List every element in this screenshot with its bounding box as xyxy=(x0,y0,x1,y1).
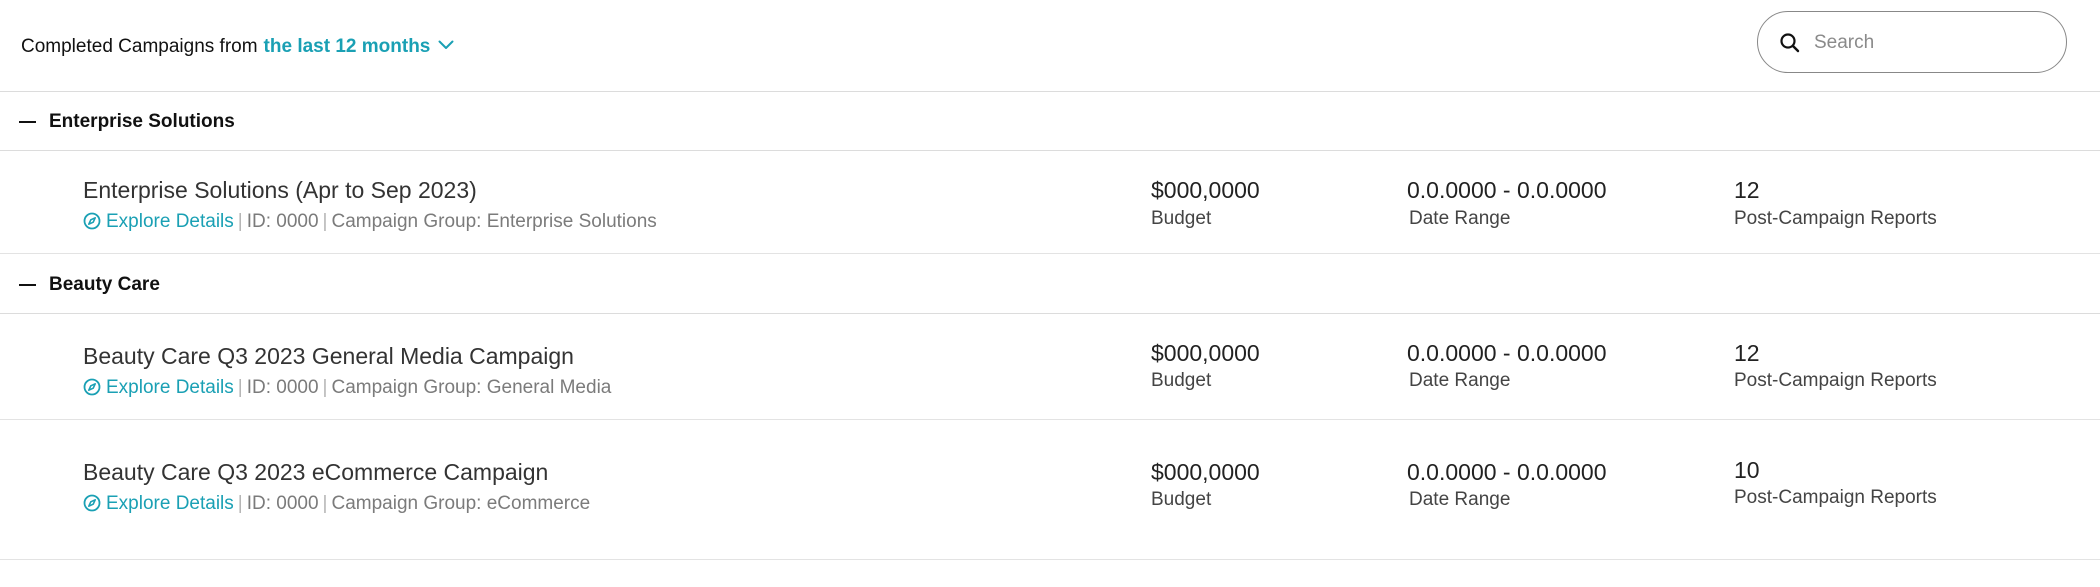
time-range-label: the last 12 months xyxy=(263,36,431,57)
date-range-label: Date Range xyxy=(1409,208,1511,229)
budget-value: $000,0000 xyxy=(1151,459,1260,485)
campaign-title: Beauty Care Q3 2023 eCommerce Campaign xyxy=(83,459,549,485)
search-input[interactable] xyxy=(1812,26,2046,60)
reports-label: Post-Campaign Reports xyxy=(1734,208,1937,229)
campaign-meta: Explore Details | ID: 0000 | Campaign Group:… xyxy=(83,377,611,402)
explore-details-link[interactable]: Explore Details xyxy=(83,211,234,232)
date-range-value: 0.0.0000 - 0.0.0000 xyxy=(1407,177,1607,203)
filter-label: Completed Campaigns from xyxy=(21,36,258,57)
campaign-id: ID: 0000 xyxy=(246,493,319,514)
budget-value: $000,0000 xyxy=(1151,177,1260,203)
search-box[interactable] xyxy=(1757,11,2067,73)
group-name: Beauty Care xyxy=(49,274,160,295)
date-range-value: 0.0.0000 - 0.0.0000 xyxy=(1407,459,1607,485)
campaign-meta: Explore Details | ID: 0000 | Campaign Group:… xyxy=(83,493,590,518)
campaign-group: Campaign Group: eCommerce xyxy=(331,493,591,514)
campaign-title: Beauty Care Q3 2023 General Media Campai… xyxy=(83,343,574,369)
budget-label: Budget xyxy=(1151,489,1212,510)
date-range-label: Date Range xyxy=(1409,370,1511,391)
compass-icon xyxy=(83,494,101,518)
campaign-row: Beauty Care Q3 2023 eCommerce Campaign E… xyxy=(0,420,2100,560)
explore-details-link[interactable]: Explore Details xyxy=(83,377,234,398)
group-header-beauty-care[interactable]: Beauty Care xyxy=(0,255,2100,314)
group-name: Enterprise Solutions xyxy=(49,111,235,132)
campaign-id: ID: 0000 xyxy=(246,211,319,232)
campaign-title: Enterprise Solutions (Apr to Sep 2023) xyxy=(83,177,477,203)
explore-details-label: Explore Details xyxy=(106,211,234,232)
compass-icon xyxy=(83,212,101,236)
budget-label: Budget xyxy=(1151,370,1212,391)
campaign-meta: Explore Details | ID: 0000 | Campaign Group:… xyxy=(83,211,657,236)
explore-details-label: Explore Details xyxy=(106,493,234,514)
date-range-label: Date Range xyxy=(1409,489,1511,510)
budget-value: $000,0000 xyxy=(1151,340,1260,366)
date-range-value: 0.0.0000 - 0.0.0000 xyxy=(1407,340,1607,366)
campaign-filter: Completed Campaigns from the last 12 mont… xyxy=(21,36,454,58)
campaign-id: ID: 0000 xyxy=(246,377,319,398)
reports-label: Post-Campaign Reports xyxy=(1734,370,1937,391)
reports-count: 10 xyxy=(1734,457,1760,483)
campaign-group: Campaign Group: General Media xyxy=(331,377,612,398)
compass-icon xyxy=(83,378,101,402)
budget-label: Budget xyxy=(1151,208,1212,229)
minus-icon[interactable] xyxy=(19,284,36,286)
campaign-row: Enterprise Solutions (Apr to Sep 2023) E… xyxy=(0,152,2100,254)
reports-count: 12 xyxy=(1734,177,1760,203)
time-range-dropdown[interactable]: the last 12 months xyxy=(264,36,455,57)
minus-icon[interactable] xyxy=(19,121,36,123)
chevron-down-icon xyxy=(438,34,454,56)
reports-label: Post-Campaign Reports xyxy=(1734,487,1937,508)
campaign-group: Campaign Group: Enterprise Solutions xyxy=(331,211,657,232)
explore-details-label: Explore Details xyxy=(106,377,234,398)
campaign-row: Beauty Care Q3 2023 General Media Campai… xyxy=(0,315,2100,420)
reports-count: 12 xyxy=(1734,340,1760,366)
group-header-enterprise-solutions[interactable]: Enterprise Solutions xyxy=(0,92,2100,151)
search-icon xyxy=(1779,32,1801,59)
explore-details-link[interactable]: Explore Details xyxy=(83,493,234,514)
page-header: Completed Campaigns from the last 12 mont… xyxy=(0,0,2100,92)
